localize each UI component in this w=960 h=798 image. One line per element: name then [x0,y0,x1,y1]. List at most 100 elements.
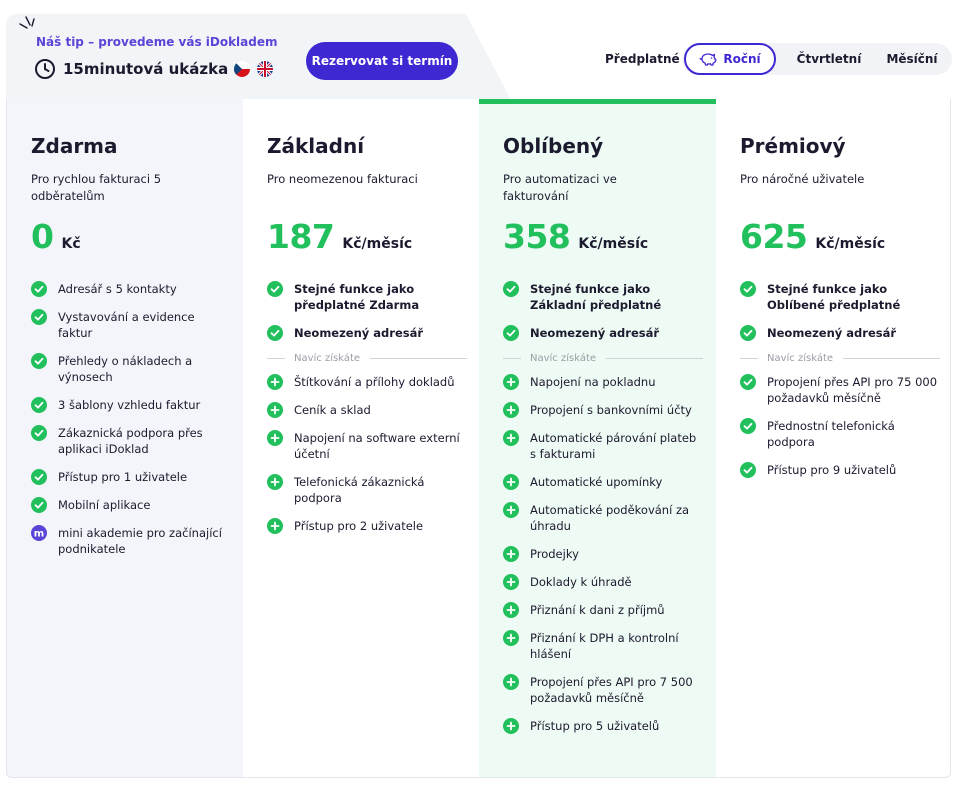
price-unit: Kč [61,236,81,252]
feature-item: Automatické poděkování za úhradu [503,502,703,534]
plus-icon [503,574,519,590]
check-icon [740,462,756,478]
feature-item: Přehledy o nákladech a výnosech [31,353,231,385]
feature-item: Neomezený adresář [740,325,940,341]
plan-price: 0 Kč [31,217,81,256]
academy-badge-icon: m [31,525,47,541]
feature-item: Mobilní aplikace [31,497,231,513]
clock-icon [35,59,55,79]
plus-icon [267,518,283,534]
demo-title: 15minutová ukázka [63,60,229,78]
plus-icon [503,630,519,646]
feature-item: Automatické párování plateb s fakturami [503,430,703,462]
check-icon [267,281,283,297]
plan-card-free: Zdarma Pro rychlou fakturaci 5 odběratel… [7,99,243,777]
check-icon [503,281,519,297]
plus-icon [503,430,519,446]
check-icon [740,325,756,341]
feature-item: Propojení s bankovními účty [503,402,703,418]
feature-list: Stejné funkce jako předplatné Zdarma Neo… [267,281,467,546]
feature-item: Ceník a sklad [267,402,467,418]
plus-icon [267,474,283,490]
plus-icon [267,374,283,390]
feature-item: Štítkování a přílohy dokladů [267,374,467,390]
feature-item: Přístup pro 1 uživatele [31,469,231,485]
toggle-option-monthly[interactable]: Měsíční [880,43,944,75]
feature-item: Napojení na software externí účetní [267,430,467,462]
feature-list: Stejné funkce jako Oblíbené předplatné N… [740,281,940,490]
billing-period-toggle: Roční Čtvrtletní Měsíční [682,43,952,75]
pricing-plans: Zdarma Pro rychlou fakturaci 5 odběratel… [6,99,951,778]
plus-icon [503,402,519,418]
book-demo-button[interactable]: Rezervovat si termín [306,42,458,80]
plus-icon [503,674,519,690]
price-unit: Kč/měsíc [578,236,649,252]
czech-flag-icon[interactable] [234,61,250,77]
feature-item: Neomezený adresář [503,325,703,341]
feature-item: Vystavování a evidence faktur [31,309,231,341]
check-icon [31,497,47,513]
feature-item: Automatické upomínky [503,474,703,490]
feature-item: Přiznání k dani z příjmů [503,602,703,618]
check-icon [267,325,283,341]
plan-card-premium: Prémiový Pro náročné uživatele 625 Kč/mě… [716,99,950,777]
check-icon [31,397,47,413]
feature-item: Přístup pro 5 uživatelů [503,718,703,734]
feature-item: Přístup pro 2 uživatele [267,518,467,534]
plan-name: Zdarma [31,134,118,158]
plus-icon [503,502,519,518]
uk-flag-icon[interactable] [257,61,273,77]
plus-icon [503,602,519,618]
feature-item: Napojení na pokladnu [503,374,703,390]
feature-item: Stejné funkce jako Základní předplatné [503,281,703,313]
feature-item: Propojení přes API pro 7 500 požadavků m… [503,674,703,706]
feature-item: m mini akademie pro začínající podnikatel… [31,525,231,557]
plus-icon [503,546,519,562]
toggle-option-yearly[interactable]: Roční [684,43,776,75]
extras-divider: Navíc získáte [740,353,940,364]
plan-description: Pro neomezenou fakturaci [267,172,418,186]
plan-price: 625 Kč/měsíc [740,217,885,256]
feature-item: 3 šablony vzhledu faktur [31,397,231,413]
plus-icon [503,374,519,390]
toggle-label-yearly: Roční [723,52,761,66]
plan-name: Prémiový [740,134,846,158]
feature-item: Doklady k úhradě [503,574,703,590]
feature-item: Telefonická zákaznická podpora [267,474,467,506]
check-icon [31,469,47,485]
plan-card-popular: Oblíbený Pro automatizaci ve fakturování… [479,99,716,777]
check-icon [31,309,47,325]
check-icon [740,418,756,434]
feature-list: Adresář s 5 kontakty Vystavování a evide… [31,281,231,569]
highlight-bar [479,99,716,104]
check-icon [503,325,519,341]
piggy-bank-icon [699,53,718,66]
check-icon [740,374,756,390]
check-icon [31,353,47,369]
check-icon [740,281,756,297]
price-unit: Kč/měsíc [342,236,413,252]
feature-list: Stejné funkce jako Základní předplatné N… [503,281,703,746]
plan-price: 187 Kč/měsíc [267,217,412,256]
feature-item: Stejné funkce jako Oblíbené předplatné [740,281,940,313]
svg-text:m: m [34,529,44,540]
billing-label: Předplatné [605,52,680,66]
toggle-option-quarterly[interactable]: Čtvrtletní [792,43,866,75]
check-icon [31,425,47,441]
plus-icon [267,402,283,418]
tip-text: Náš tip – provedeme vás iDokladem [36,35,278,49]
price-value: 625 [740,217,808,256]
sparkle-icon [19,16,35,29]
feature-item: Prodejky [503,546,703,562]
extras-divider: Navíc získáte [503,353,703,364]
feature-item: Stejné funkce jako předplatné Zdarma [267,281,467,313]
feature-item: Přístup pro 9 uživatelů [740,462,940,478]
price-value: 0 [31,217,54,256]
feature-item: Zákaznická podpora přes aplikaci iDoklad [31,425,231,457]
feature-item: Adresář s 5 kontakty [31,281,231,297]
plus-icon [503,474,519,490]
feature-item: Přednostní telefonická podpora [740,418,940,450]
feature-item: Přiznání k DPH a kontrolní hlášení [503,630,703,662]
extras-divider: Navíc získáte [267,353,467,364]
price-value: 187 [267,217,335,256]
